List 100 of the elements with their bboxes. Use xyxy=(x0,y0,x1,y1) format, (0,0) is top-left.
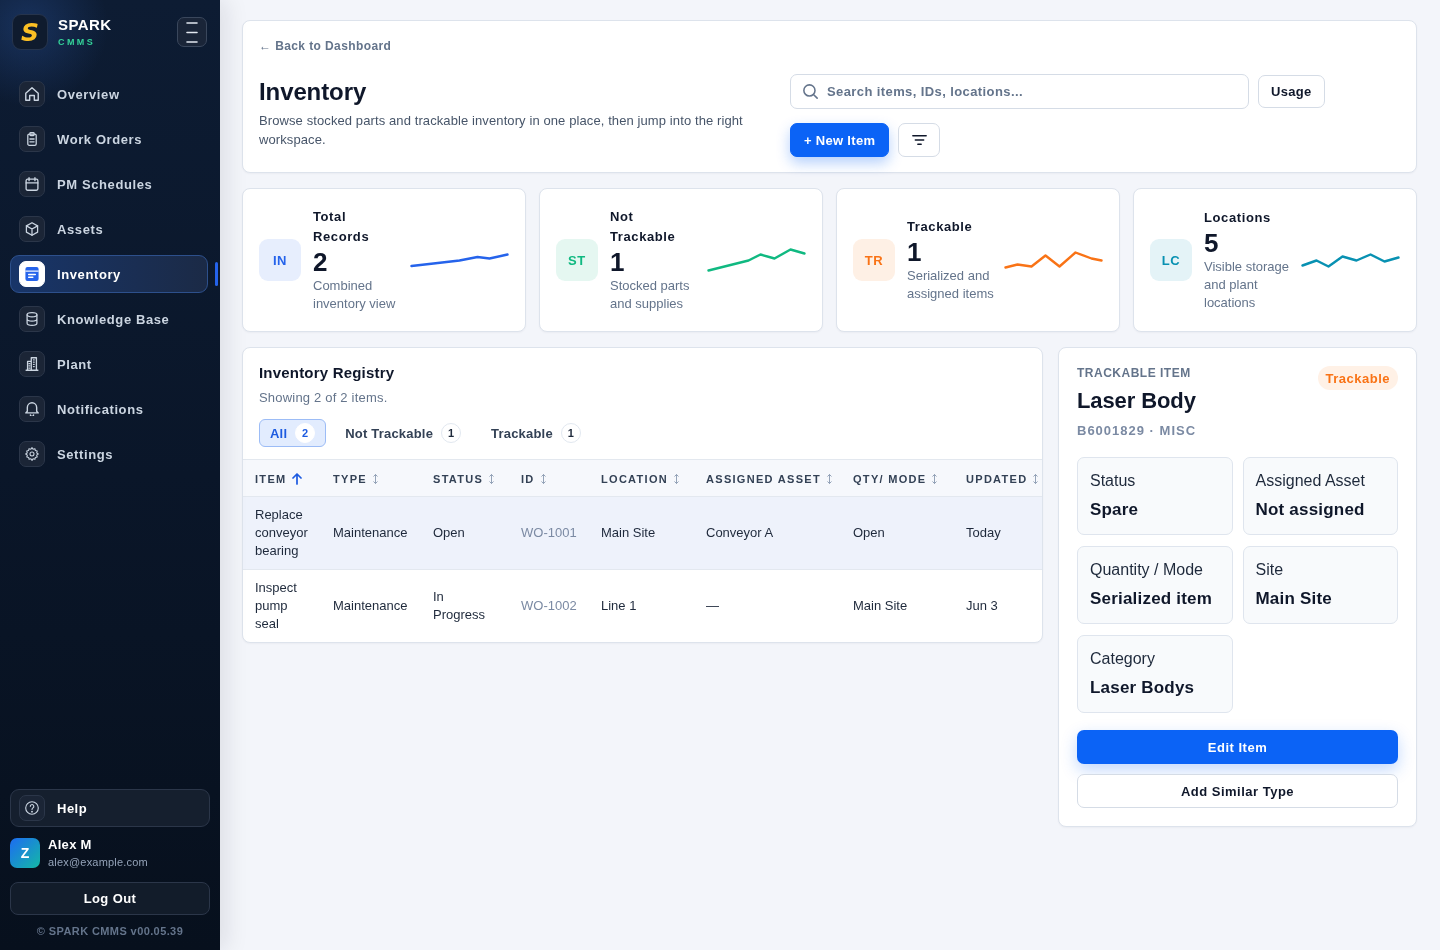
table-cell: Main Site xyxy=(589,496,694,570)
back-link[interactable]: ← Back to Dashboard xyxy=(259,39,392,53)
stat-badge: IN xyxy=(259,239,301,281)
panel-title: Inventory Registry xyxy=(259,363,396,383)
search-field[interactable]: Search items, IDs, locations... xyxy=(790,74,1249,109)
menu-icon xyxy=(186,21,198,43)
nav-item[interactable]: Work Orders xyxy=(10,120,208,158)
column-header[interactable]: ITEM xyxy=(255,473,303,485)
stat-title: Trackable xyxy=(907,218,973,236)
table-cell: Maintenance xyxy=(321,496,421,570)
stat-value: 5 xyxy=(1204,228,1219,258)
field-label: Assigned Asset xyxy=(1255,471,1365,491)
item-title: Laser Body xyxy=(1077,388,1196,414)
count-pill: 2 xyxy=(295,423,316,443)
brand-subtitle: CMMS xyxy=(58,37,97,48)
bell-icon xyxy=(19,396,45,422)
version-text: © SPARK CMMS v00.05.39 xyxy=(35,924,185,938)
stat-badge: LC xyxy=(1150,239,1192,281)
item-eyebrow: TRACKABLE ITEM xyxy=(1077,366,1191,380)
status-tag: Trackable xyxy=(1317,366,1398,390)
table-cell: In Progress xyxy=(421,569,509,642)
filter-tab[interactable]: All 2 xyxy=(259,419,327,447)
count-pill: 1 xyxy=(441,423,462,443)
nav-item[interactable]: Settings xyxy=(10,435,208,473)
result-summary: Showing 2 of 2 items. xyxy=(259,389,389,407)
archive-icon xyxy=(19,261,45,287)
table-cell: — xyxy=(694,569,841,642)
user-email: alex@example.com xyxy=(48,856,148,869)
stat-caption: Visible storage and plant locations xyxy=(1204,258,1291,312)
table-cell: Maintenance xyxy=(321,569,421,642)
table-row[interactable]: Replace conveyor bearing Maintenance Open WO-1001 Main Site Conveyor A Open Today xyxy=(243,496,1042,570)
stat-caption: Combined inventory view xyxy=(313,277,397,313)
primary-action-button[interactable]: Edit Item xyxy=(1077,730,1398,764)
table-cell: Line 1 xyxy=(589,569,694,642)
table-cell: Main Site xyxy=(841,569,954,642)
stat-badge: TR xyxy=(853,239,895,281)
table-cell: Open xyxy=(421,496,509,570)
building-icon xyxy=(19,351,45,377)
secondary-action-button[interactable]: Add Similar Type xyxy=(1077,774,1398,808)
usage-button[interactable]: Usage xyxy=(1258,75,1325,108)
filter-tab[interactable]: Trackable 1 xyxy=(480,419,592,447)
stat-value: 1 xyxy=(610,247,625,277)
settings-icon xyxy=(19,441,45,467)
calendar-icon xyxy=(19,171,45,197)
help-icon xyxy=(19,795,45,821)
nav-item[interactable]: Inventory xyxy=(10,255,208,293)
column-header[interactable]: ID xyxy=(521,473,546,485)
table-row[interactable]: Inspect pump seal Maintenance In Progress WO-1002 Line 1 — Main Site Jun 3 xyxy=(243,569,1042,642)
database-icon xyxy=(19,306,45,332)
stat-caption: Stocked parts and supplies xyxy=(610,277,691,313)
active-indicator xyxy=(215,262,218,286)
stat-title: Total Records xyxy=(313,208,371,246)
filter-icon xyxy=(911,135,927,145)
home-icon xyxy=(19,81,45,107)
nav-item[interactable]: Notifications xyxy=(10,390,208,428)
table-cell: WO-1001 xyxy=(509,496,589,570)
field-label: Site xyxy=(1255,560,1284,580)
nav-item[interactable]: Assets xyxy=(10,210,208,248)
table-cell: Conveyor A xyxy=(694,496,841,570)
help-button[interactable]: Help xyxy=(10,789,210,827)
page-title: Inventory xyxy=(259,77,368,107)
field-value: Main Site xyxy=(1255,588,1332,610)
table-cell: Today xyxy=(954,496,1042,570)
menu-button[interactable] xyxy=(177,17,207,47)
item-meta: B6001829 · MISC xyxy=(1077,423,1197,439)
table-cell: WO-1002 xyxy=(509,569,589,642)
filter-button[interactable] xyxy=(898,123,941,157)
field-value: Spare xyxy=(1090,499,1139,521)
field-label: Category xyxy=(1090,649,1155,669)
field-label: Status xyxy=(1090,471,1136,491)
table-cell: Jun 3 xyxy=(954,569,1042,642)
field-value: Not assigned xyxy=(1255,499,1365,521)
field-value: Laser Bodys xyxy=(1090,677,1195,699)
table-cell: Replace conveyor bearing xyxy=(243,496,321,570)
stat-value: 2 xyxy=(313,247,328,277)
new-item-button[interactable]: + New Item xyxy=(790,123,890,157)
stat-badge: ST xyxy=(556,239,598,281)
stat-title: Not Trackable xyxy=(610,208,677,246)
count-pill: 1 xyxy=(560,423,581,443)
table-cell: Open xyxy=(841,496,954,570)
field-value: Serialized item xyxy=(1090,588,1213,610)
stat-caption: Serialized and assigned items xyxy=(907,267,995,303)
filter-tab[interactable]: Not Trackable 1 xyxy=(334,419,473,447)
logout-button[interactable]: Log Out xyxy=(10,882,210,915)
clipboard-icon xyxy=(19,126,45,152)
cube-icon xyxy=(19,216,45,242)
page-description: Browse stocked parts and trackable inventory in one place, then jump into the right workspace. xyxy=(259,112,744,149)
nav-item[interactable]: Overview xyxy=(10,75,208,113)
search-icon xyxy=(803,84,818,99)
column-header[interactable]: TYPE xyxy=(333,473,378,485)
brand-name: SPARK xyxy=(58,16,112,34)
user-name: Alex M xyxy=(48,837,92,852)
nav-item[interactable]: PM Schedules xyxy=(10,165,208,203)
nav-item[interactable]: Knowledge Base xyxy=(10,300,208,338)
stat-title: Locations xyxy=(1204,209,1271,227)
nav-item[interactable]: Plant xyxy=(10,345,208,383)
table-cell: Inspect pump seal xyxy=(243,569,321,642)
field-label: Quantity / Mode xyxy=(1090,560,1203,580)
user-avatar: Z xyxy=(10,838,40,868)
stat-value: 1 xyxy=(907,237,922,267)
